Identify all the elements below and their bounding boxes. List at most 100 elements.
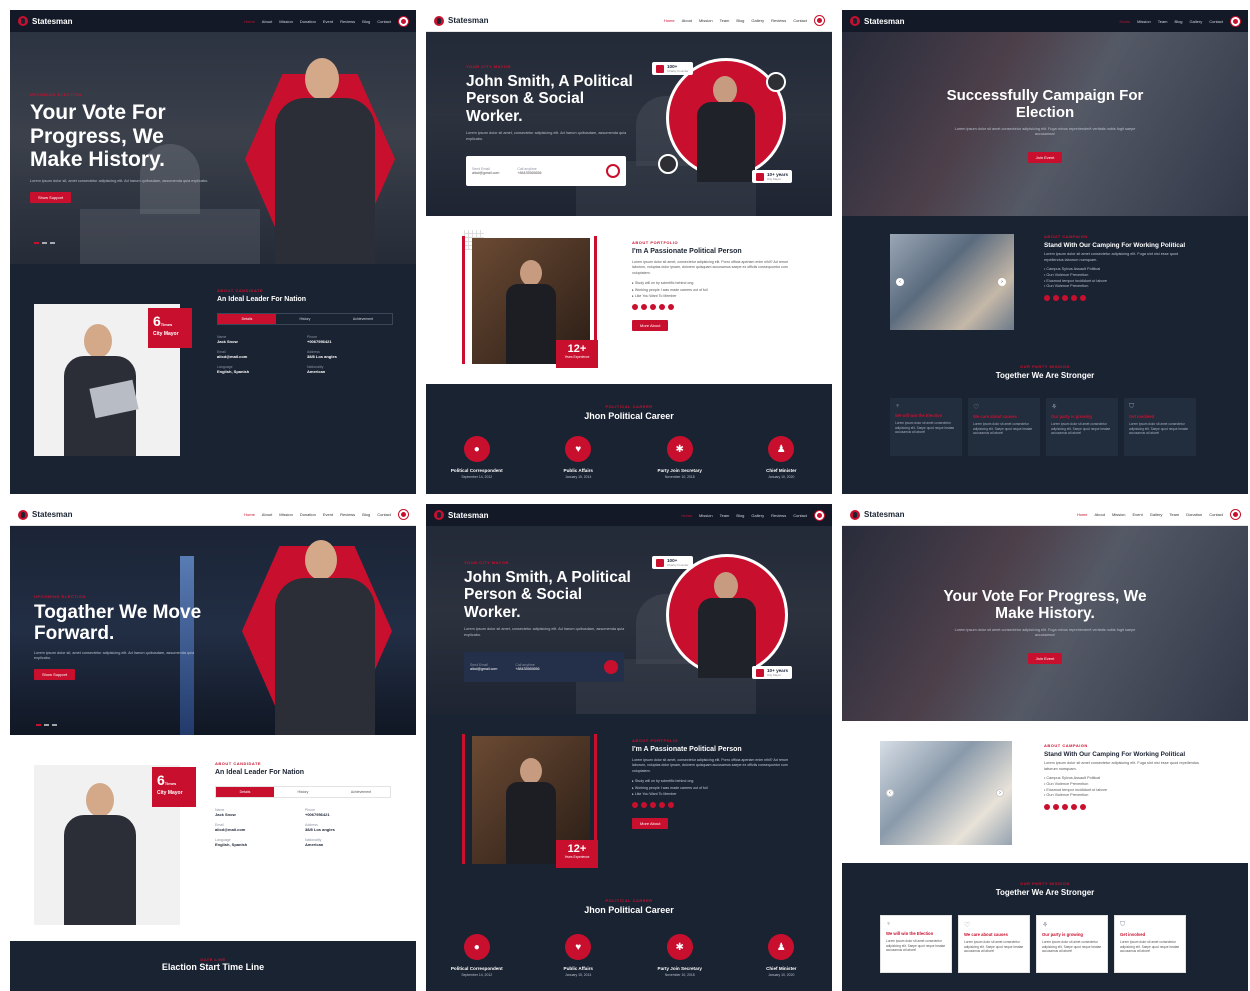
user-icon: ● [463,934,490,960]
social-icons[interactable] [1044,804,1204,811]
logo-icon [850,509,860,520]
mission-card[interactable]: ♡ We care about causes Lorem ipsum dolor s… [968,398,1040,456]
nav-donation[interactable]: Donation [300,19,316,24]
heart-icon: ♥ [565,436,592,462]
prev-arrow-icon[interactable]: ‹ [886,789,894,797]
email-link[interactable]: alicd@gmail.com [472,171,499,175]
campaign-list: • Campus Sylvus Assault Political • Gun … [1044,267,1107,289]
joomla-icon: ✱ [666,436,693,462]
preview-home-3[interactable]: Statesman Home Mission Team Blog Gallery… [842,10,1248,494]
prev-arrow-icon[interactable]: ‹ [896,278,904,286]
navbar: Statesman Home Mission Team Blog Gallery… [842,10,1248,32]
logo[interactable]: Statesman [18,509,128,520]
preview-home-4[interactable]: Statesman Home About Mission Donation Ev… [10,504,416,991]
contact-card: Send Email alicd@gmail.com Call anytime +8… [464,652,624,682]
nav-home[interactable]: Home [244,19,255,24]
hero-text: Lorem ipsum dolor sit, amet consectetur … [34,650,195,661]
more-about-button[interactable]: More About [632,817,669,829]
moon-icon[interactable] [399,16,408,26]
mission-card[interactable]: ⚘ Our party is growing Lorem ipsum dolor s… [1046,398,1118,456]
hero-title: Your Vote For Progress, We Make History. [943,588,1147,623]
feature-list: ▸ Study will on by scientific behind ong… [632,779,708,797]
logo[interactable]: Statesman [18,16,128,26]
mission-card[interactable]: ⛉ Get involved Lorem ipsum dolor sit amet … [1124,398,1196,456]
candidate-photo [692,558,762,678]
mission-card[interactable]: ⛉ Get involved Lorem ipsum dolor sit amet … [1114,915,1186,973]
nav-menu: Home About Mission Donation Event Review… [244,512,391,517]
career-title: Jhon Political Career [584,411,674,421]
hero-text: Lorem ipsum dolor sit amet, consectetur … [466,131,627,141]
slider-dots[interactable] [36,724,57,726]
logo[interactable]: Statesman [850,509,960,520]
more-about-button[interactable]: More About [632,319,669,331]
logo[interactable]: Statesman [850,16,960,26]
moon-icon[interactable] [1231,510,1240,519]
about-title: Stand With Our Camping For Working Polit… [1044,242,1186,249]
play-icon[interactable] [604,660,618,674]
years-card: 10+ years City Mayor [752,170,793,183]
charity-card: 100+ Charity Founder [652,556,693,569]
career-list: ● Political Correspondent September 14, 20… [426,934,832,977]
preview-home-5[interactable]: Statesman Home Mission Team Blog Gallery… [426,504,832,991]
next-arrow-icon[interactable]: › [998,278,1006,286]
mission-tag: Our Party Mission [1020,364,1070,369]
nav-menu: Home About Mission Team Blog Gallery Rev… [663,18,807,23]
career-section: Political Career Jhon Political Career ●… [426,384,832,494]
candidate-photo [260,536,400,735]
navbar: Statesman Home About Mission Donation Ev… [10,504,416,526]
moon-icon[interactable] [815,510,824,520]
logo[interactable]: Statesman [434,510,544,520]
hero-tag: Upcoming Election [34,594,86,599]
candidate-photo [691,62,761,182]
navbar: Statesman Home About Mission Event Galle… [842,504,1248,526]
nav-mission[interactable]: Mission [279,19,293,24]
preview-home-2[interactable]: Statesman Home About Mission Team Blog G… [426,10,832,494]
mission-card[interactable]: ♡ We care about causes Lorem ipsum dolor s… [958,915,1030,973]
next-arrow-icon[interactable]: › [996,789,1004,797]
portfolio-section: 12+ Years Experience About Portfolio I'm… [426,216,832,384]
phone-link[interactable]: +88435565656 [517,171,541,175]
about-title: An Ideal Leader For Nation [217,296,307,303]
social-icons[interactable] [1044,295,1194,302]
tab-details[interactable]: Details [218,314,276,324]
join-event-button[interactable]: Join Event [1027,151,1063,163]
moon-icon[interactable] [815,16,824,25]
mission-card[interactable]: ⚘ Our party is growing Lorem ipsum dolor s… [1036,915,1108,973]
logo[interactable]: Statesman [434,15,544,26]
tab-history[interactable]: History [276,314,334,324]
candidate-photo [260,50,400,264]
nav-event[interactable]: Event [323,19,333,24]
nav-blog[interactable]: Blog [362,19,370,24]
play-icon[interactable] [606,164,620,178]
preview-home-1[interactable]: Statesman Home About Mission Donation Ev… [10,10,416,494]
about-section: 6Times City Mayor About Candidate An Ide… [10,264,416,494]
hero-section: Upcoming Election Your Vote For Progress… [10,32,416,264]
hero-title: Togather We Move Forward. [34,602,202,645]
nav-reviews[interactable]: Reviews [340,19,355,24]
join-event-button[interactable]: Join Event [1027,653,1063,665]
nav-contact[interactable]: Contact [377,19,391,24]
mission-cards: ♆ We will win the Election Lorem ipsum dol… [890,398,1196,456]
tab-achievement[interactable]: Achievement [334,314,392,324]
show-support-button[interactable]: Show Support [30,192,72,204]
trophy-icon: ♆ [886,921,892,928]
social-icons[interactable] [632,801,802,808]
career-tag: Political Career [605,404,653,409]
heart-icon: ♡ [964,922,971,929]
joomla-icon: ✱ [666,934,693,960]
heart-icon: ♡ [973,404,980,411]
social-icons[interactable] [632,303,802,310]
hero-title: Successfully Campaign For Election [946,87,1144,121]
about-section: 6Times City Mayor About Candidate An Ide… [10,735,416,941]
mission-card[interactable]: ♆ We will win the Election Lorem ipsum dol… [880,915,952,973]
nav-about[interactable]: About [262,19,272,24]
moon-icon[interactable] [399,510,408,519]
person-icon: ♟ [768,436,795,462]
preview-home-6[interactable]: Statesman Home About Mission Event Galle… [842,504,1248,991]
career-section: Political Career Jhon Political Career ●… [426,886,832,991]
slider-dots[interactable] [34,242,55,244]
moon-icon[interactable] [1231,16,1240,26]
show-support-button[interactable]: Show Support [34,668,76,680]
mission-card[interactable]: ♆ We will win the Election Lorem ipsum dol… [890,398,962,456]
mayor-badge: 6Times City Mayor [148,308,192,348]
